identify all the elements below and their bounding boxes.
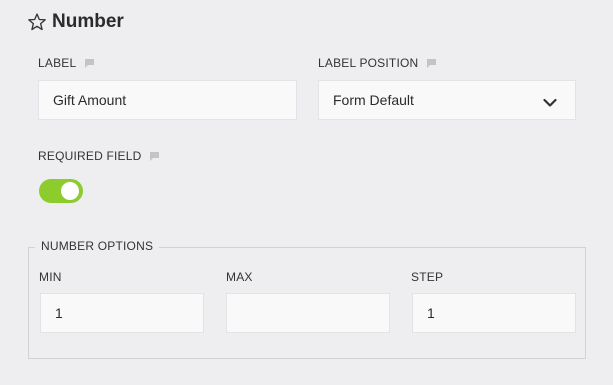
max-label: MAX <box>226 270 253 284</box>
min-label-text: MIN <box>39 270 62 284</box>
settings-header: Number <box>27 9 124 35</box>
step-label: STEP <box>411 270 443 284</box>
max-label-text: MAX <box>226 270 253 284</box>
toggle-knob <box>61 182 79 200</box>
number-options-legend: NUMBER OPTIONS <box>35 239 160 253</box>
help-comment-icon[interactable] <box>84 58 95 69</box>
label-position-label: LABEL POSITION <box>318 56 437 70</box>
page-title: Number <box>52 11 124 32</box>
required-field-label-text: REQUIRED FIELD <box>38 149 142 163</box>
required-field-toggle[interactable] <box>39 179 83 203</box>
step-label-text: STEP <box>411 270 444 284</box>
step-input[interactable] <box>412 293 576 333</box>
help-comment-icon[interactable] <box>426 58 437 69</box>
min-input[interactable] <box>40 293 204 333</box>
star-icon[interactable] <box>27 12 47 32</box>
label-position-select[interactable]: Form Default <box>318 80 576 120</box>
chevron-down-icon <box>543 95 557 107</box>
label-field-label: LABEL <box>38 56 95 70</box>
label-position-label-text: LABEL POSITION <box>318 56 419 70</box>
label-input[interactable] <box>38 80 297 120</box>
min-label: MIN <box>39 270 62 284</box>
max-input[interactable] <box>226 293 390 333</box>
required-field-label: REQUIRED FIELD <box>38 149 160 163</box>
label-position-selected: Form Default <box>333 92 414 108</box>
label-field-label-text: LABEL <box>38 56 77 70</box>
help-comment-icon[interactable] <box>149 151 160 162</box>
